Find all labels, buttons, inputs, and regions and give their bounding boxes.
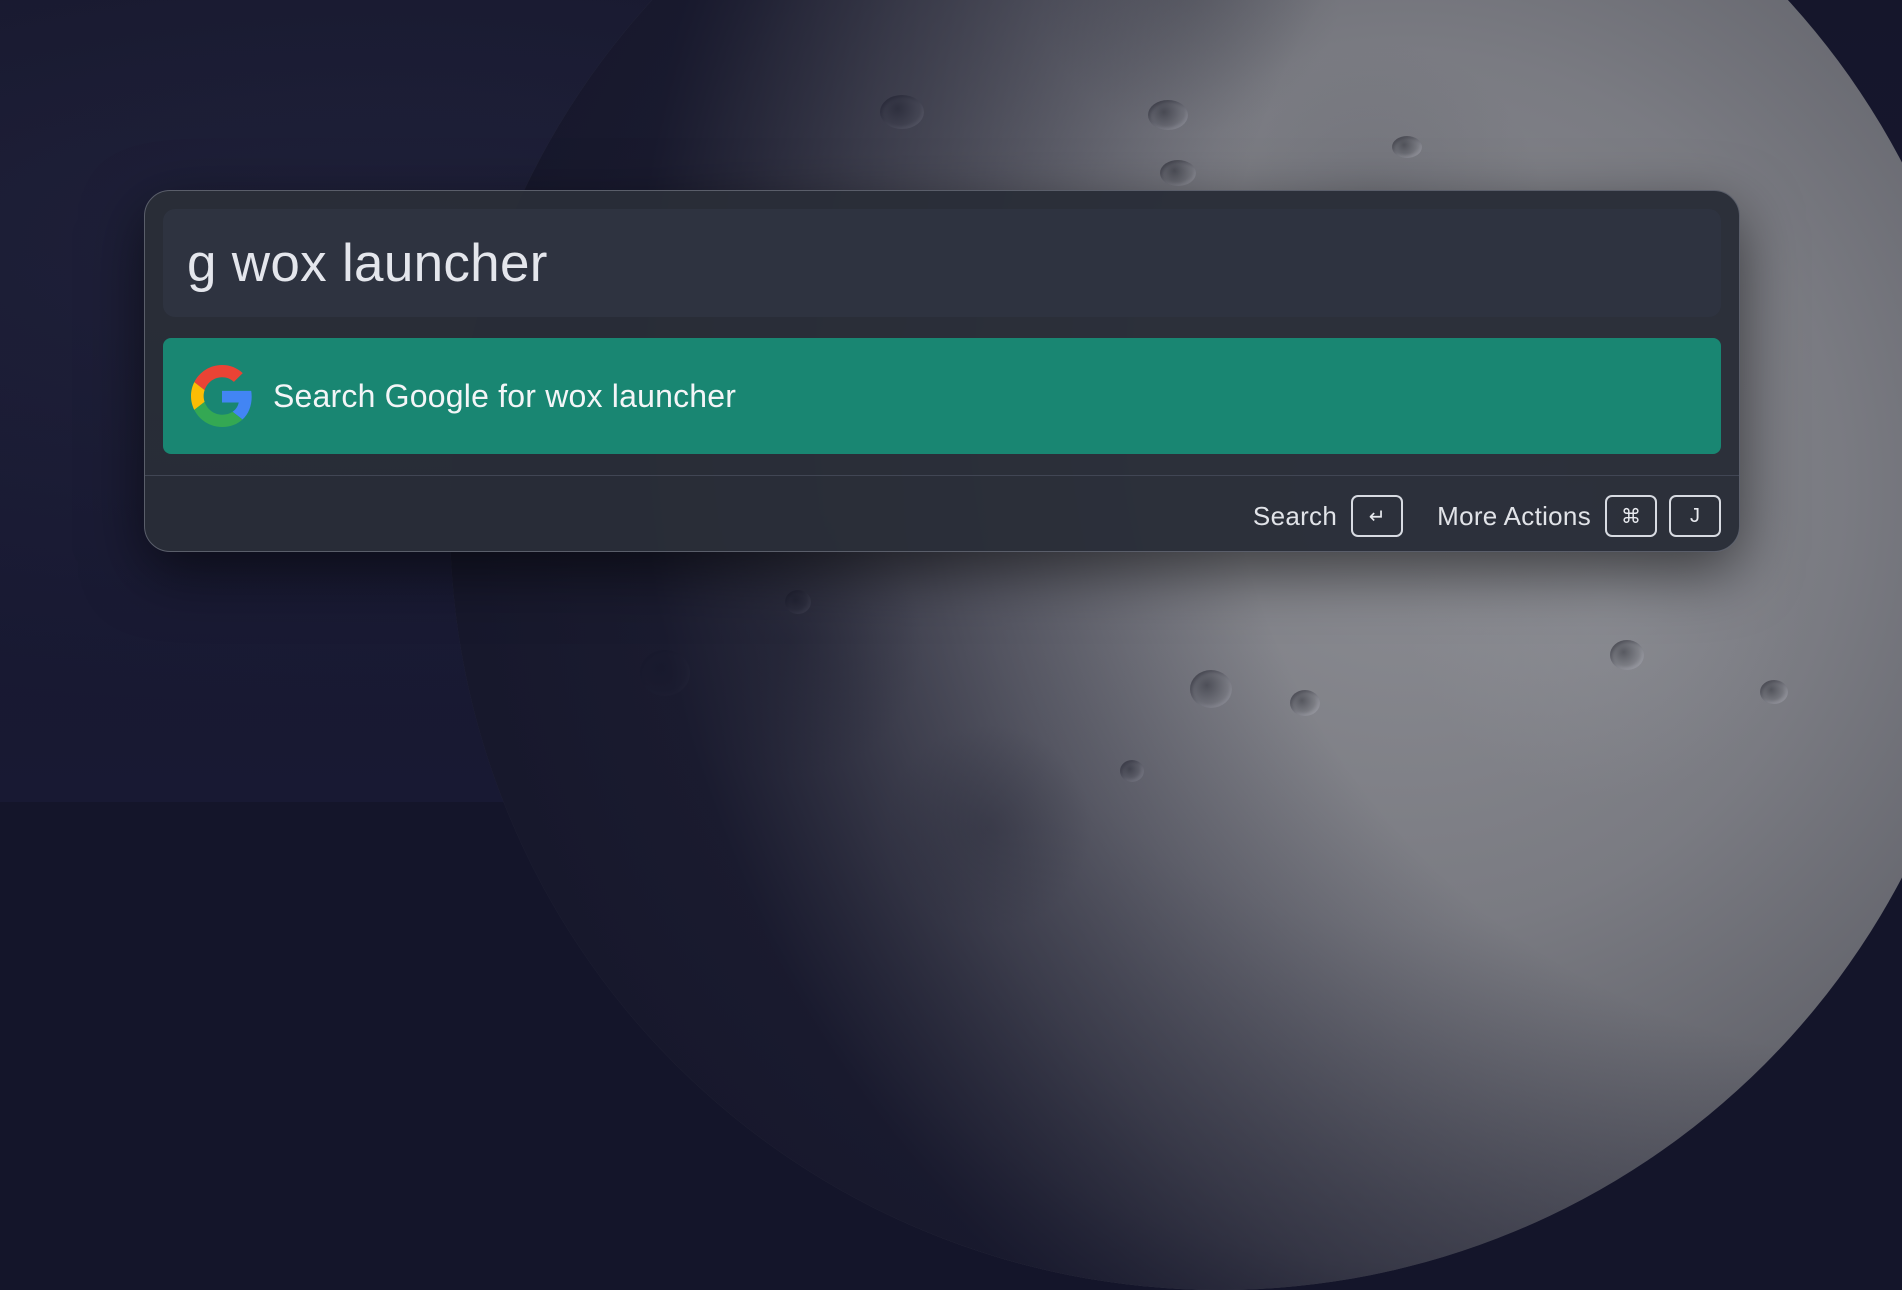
more-actions-label: More Actions — [1437, 500, 1591, 531]
query-input[interactable] — [187, 232, 1721, 294]
launcher-window: Search Google for wox launcher Search ↵ … — [144, 190, 1740, 552]
action-footer: Search ↵ More Actions ⌘ J — [1253, 494, 1721, 538]
command-key-icon: ⌘ — [1605, 495, 1657, 537]
footer-divider — [145, 475, 1739, 476]
query-box[interactable] — [163, 209, 1721, 317]
search-action-label: Search — [1252, 500, 1338, 531]
search-action-hint[interactable]: Search ↵ — [1252, 495, 1404, 537]
google-g-icon — [191, 365, 253, 427]
result-item-search-google[interactable]: Search Google for wox launcher — [163, 338, 1721, 454]
more-actions-hint[interactable]: More Actions ⌘ J — [1437, 495, 1721, 537]
result-title: Search Google for wox launcher — [273, 377, 737, 414]
enter-key-icon: ↵ — [1351, 495, 1404, 537]
j-key-icon: J — [1669, 495, 1721, 537]
